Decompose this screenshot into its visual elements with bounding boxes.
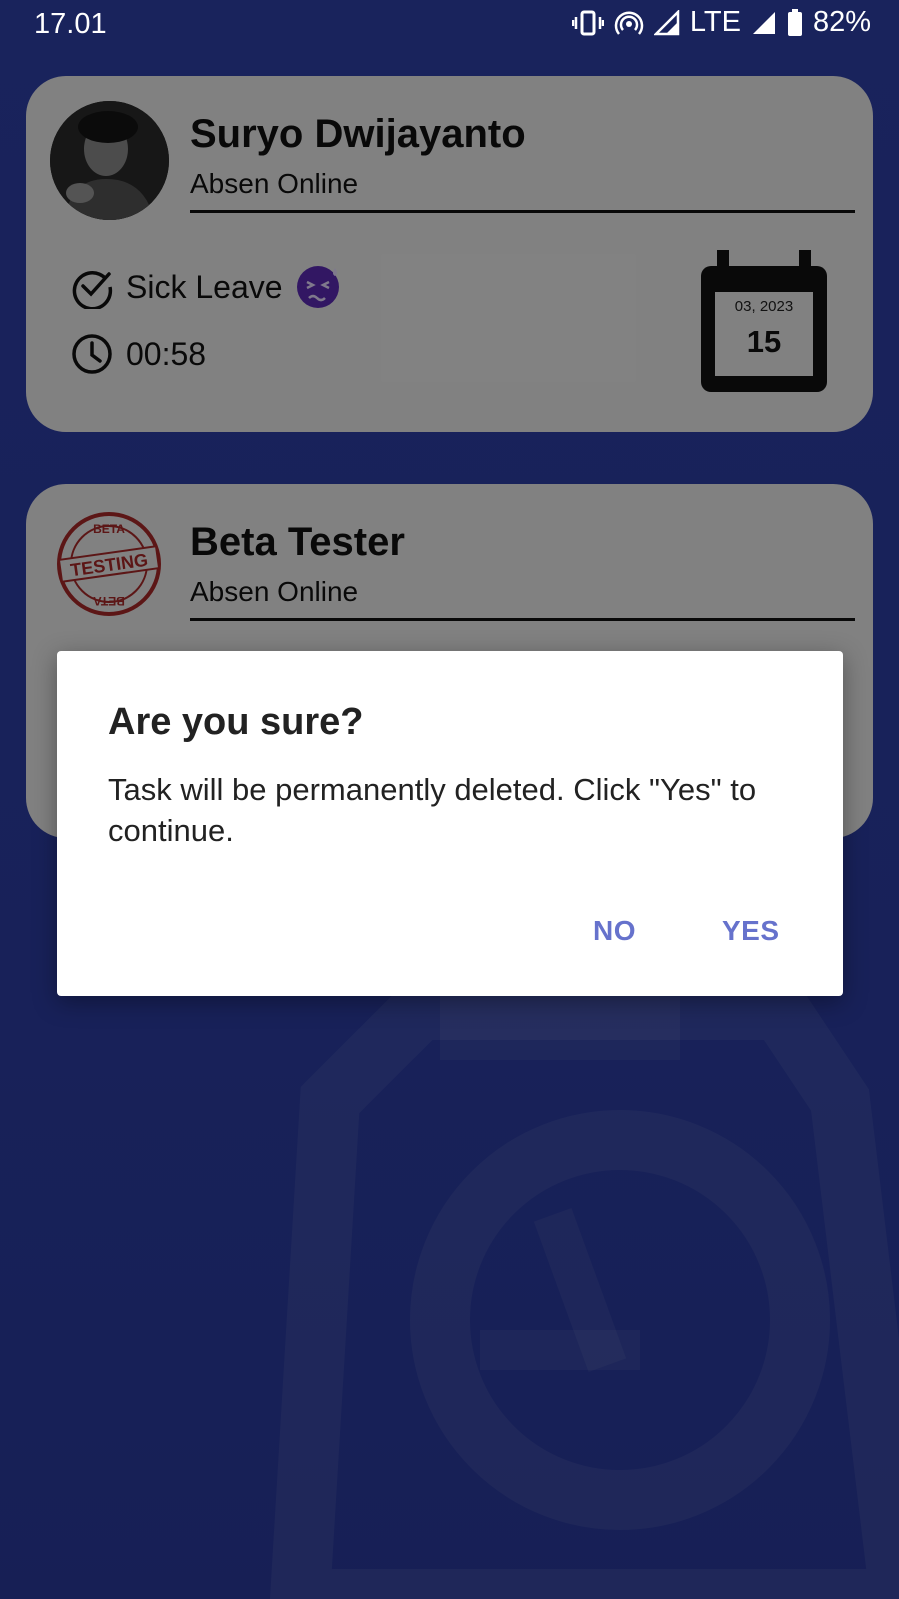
- confirm-delete-dialog: Are you sure? Task will be permanently d…: [57, 651, 843, 996]
- vibrate-icon: [571, 10, 604, 35]
- battery-icon: [787, 8, 802, 36]
- hotspot-icon: [614, 10, 644, 35]
- status-time: 17.01: [34, 8, 107, 40]
- signal-icon: [752, 11, 775, 34]
- no-button[interactable]: NO: [593, 915, 636, 947]
- battery-percent: 82%: [812, 6, 871, 38]
- dialog-message: Task will be permanently deleted. Click …: [108, 772, 757, 848]
- dialog-title: Are you sure?: [108, 701, 364, 743]
- signal-icon: [653, 9, 680, 35]
- status-bar: 17.01 LTE 82%: [0, 0, 899, 50]
- yes-button[interactable]: YES: [722, 915, 780, 947]
- status-icons: LTE 82%: [571, 6, 871, 39]
- network-type: LTE: [689, 6, 741, 38]
